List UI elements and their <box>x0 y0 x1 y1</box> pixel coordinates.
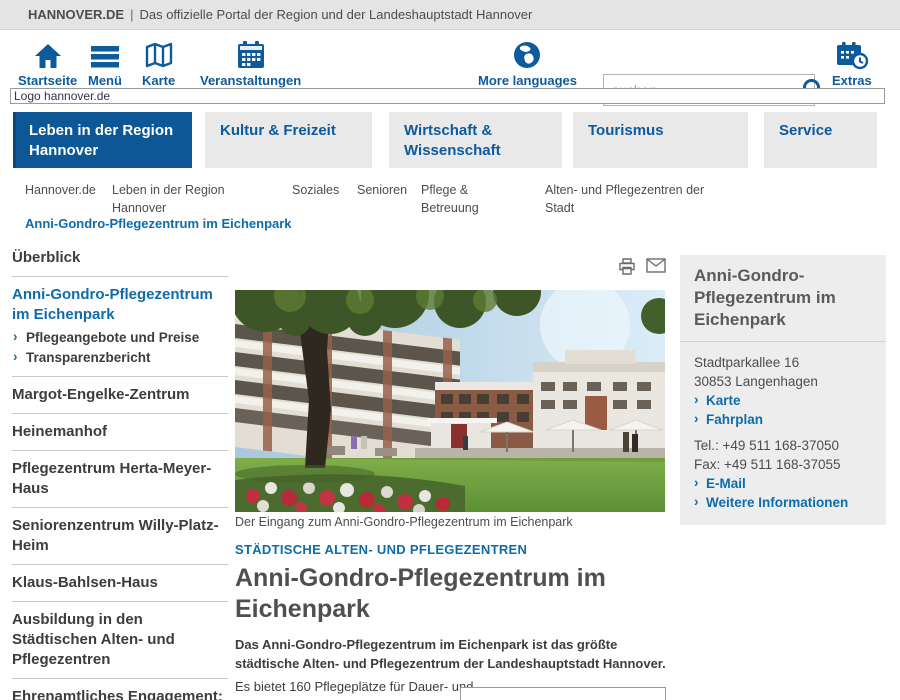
globe-icon <box>512 38 542 70</box>
sidebar-item-herta-meyer[interactable]: Pflegezentrum Herta-Meyer-Haus <box>12 451 228 508</box>
logo-placeholder[interactable]: Logo hannover.de <box>10 88 885 104</box>
photo-caption: Der Eingang zum Anni-Gondro-Pflegezentru… <box>235 515 665 529</box>
breadcrumb-item-senioren[interactable]: Senioren <box>357 181 407 199</box>
breadcrumb-item-leben[interactable]: Leben in der Region Hannover <box>112 181 242 217</box>
breadcrumb-item-zentren[interactable]: Alten- und Pflegezentren der Stadt <box>545 181 710 217</box>
page-actions <box>618 258 666 280</box>
sidebar-item-willy-platz[interactable]: Seniorenzentrum Willy-Platz-Heim <box>12 508 228 565</box>
home-icon <box>33 38 63 70</box>
nav-startseite[interactable]: Startseite <box>18 38 77 88</box>
sidebar-item-heinemanhof[interactable]: Heinemanhof <box>12 414 228 451</box>
sidebar-subitem-transparenzbericht[interactable]: Transparenzbericht <box>12 348 228 368</box>
infobox-link-email[interactable]: E-Mail <box>694 474 872 493</box>
breadcrumb-item-pflege[interactable]: Pflege & Betreuung <box>421 181 501 217</box>
breadcrumb-current[interactable]: Anni-Gondro-Pflegezentrum im Eichenpark <box>25 216 292 231</box>
menu-icon <box>89 38 121 70</box>
site-brand: HANNOVER.DE <box>28 7 124 22</box>
infobox-link-fahrplan[interactable]: Fahrplan <box>694 410 872 429</box>
infobox-address-street: Stadtparkallee 16 <box>694 353 872 372</box>
contact-infobox: Anni-Gondro-Pflegezentrum im Eichenpark … <box>680 255 886 525</box>
infobox-link-karte[interactable]: Karte <box>694 391 872 410</box>
sidebar-item-ueberblick[interactable]: Überblick <box>12 240 228 277</box>
tab-wirtschaft-wissenschaft[interactable]: Wirtschaft & Wissenschaft <box>389 112 562 168</box>
breadcrumb-item-soziales[interactable]: Soziales <box>292 181 339 199</box>
lead-paragraph: Das Anni-Gondro-Pflegezentrum im Eichenp… <box>235 635 667 673</box>
map-icon <box>144 38 174 70</box>
infobox-tel: Tel.: +49 511 168-37050 <box>694 436 872 455</box>
site-topbar: HANNOVER.DE | Das offizielle Portal der … <box>0 0 900 30</box>
nav-karte[interactable]: Karte <box>142 38 175 88</box>
sidebar-item-margot-engelke[interactable]: Margot-Engelke-Zentrum <box>12 377 228 414</box>
infobox-title: Anni-Gondro-Pflegezentrum im Eichenpark <box>680 255 886 342</box>
nav-more-languages[interactable]: More languages <box>478 38 577 88</box>
nav-menu[interactable]: Menü <box>88 38 122 88</box>
sidebar-item-ausbildung[interactable]: Ausbildung in den Städtischen Alten- und… <box>12 602 228 679</box>
tab-leben-region-hannover[interactable]: Leben in der Region Hannover <box>13 112 192 168</box>
body-paragraph: Es bietet 160 Pflegeplätze für Dauer- un… <box>235 677 475 700</box>
category-kicker: STÄDTISCHE ALTEN- UND PFLEGEZENTREN <box>235 542 527 557</box>
icon-navbar: Startseite Menü Karte <box>0 30 900 88</box>
email-icon[interactable] <box>646 258 666 280</box>
sidebar-item-klaus-bahlsen[interactable]: Klaus-Bahlsen-Haus <box>12 565 228 602</box>
calendar-icon <box>235 38 267 70</box>
sidebar: Überblick Anni-Gondro-Pflegezentrum im E… <box>12 240 228 700</box>
brand-separator: | <box>130 7 133 22</box>
site-tagline: Das offizielle Portal der Region und der… <box>139 7 532 22</box>
breadcrumb-item-hannover[interactable]: Hannover.de <box>25 181 96 199</box>
nav-veranstaltungen[interactable]: Veranstaltungen <box>200 38 301 88</box>
tab-tourismus[interactable]: Tourismus <box>573 112 748 168</box>
nav-extras[interactable]: Extras <box>832 38 872 88</box>
infobox-link-more[interactable]: Weitere Informationen <box>694 493 872 512</box>
sidebar-item-anni-gondro[interactable]: Anni-Gondro-Pflegezentrum im Eichenpark … <box>12 277 228 377</box>
infobox-fax: Fax: +49 511 168-37055 <box>694 455 872 474</box>
tab-service[interactable]: Service <box>764 112 877 168</box>
print-icon[interactable] <box>618 258 636 280</box>
infobox-address-city: 30853 Langenhagen <box>694 372 872 391</box>
embedded-box <box>460 687 666 700</box>
tab-kultur-freizeit[interactable]: Kultur & Freizeit <box>205 112 372 168</box>
page-title: Anni-Gondro-Pflegezentrum im Eichenpark <box>235 563 655 625</box>
sidebar-item-ehrenamt[interactable]: Ehrenamtliches Engagement: Demenzerkrank… <box>12 679 228 700</box>
article-photo <box>235 290 665 512</box>
sidebar-subitem-pflegeangebote[interactable]: Pflegeangebote und Preise <box>12 328 228 348</box>
calendar-clock-icon <box>835 38 869 70</box>
